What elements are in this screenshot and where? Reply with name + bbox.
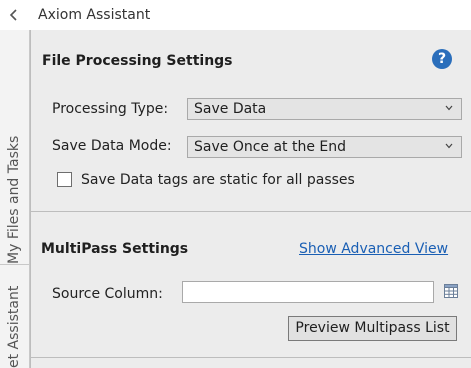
table-grid-icon[interactable] xyxy=(444,284,458,298)
show-advanced-view-link[interactable]: Show Advanced View xyxy=(299,239,448,259)
settings-panel: File Processing Settings ? Processing Ty… xyxy=(30,30,471,368)
tab-label: et Assistant xyxy=(6,285,22,368)
title-bar: Axiom Assistant xyxy=(0,0,471,30)
source-column-input[interactable] xyxy=(182,281,434,303)
sidebar: My Files and Tasks et Assistant xyxy=(0,30,30,368)
source-column-label: Source Column: xyxy=(52,286,163,302)
multipass-title: MultiPass Settings xyxy=(41,241,189,257)
file-processing-section: File Processing Settings ? Processing Ty… xyxy=(31,30,462,210)
preview-multipass-button[interactable]: Preview Multipass List xyxy=(288,316,457,341)
static-tags-label[interactable]: Save Data tags are static for all passes xyxy=(81,170,355,190)
section-divider xyxy=(31,211,471,212)
select-value: Save Once at the End xyxy=(194,139,347,155)
section-title: File Processing Settings xyxy=(42,53,233,69)
help-icon[interactable]: ? xyxy=(432,49,452,69)
tab-my-files-and-tasks[interactable]: My Files and Tasks xyxy=(0,82,29,264)
tab-assistant[interactable]: et Assistant xyxy=(0,265,29,368)
chevron-down-icon xyxy=(445,105,453,111)
chevron-left-icon[interactable] xyxy=(9,9,19,21)
processing-type-label: Processing Type: xyxy=(52,101,169,117)
save-data-mode-label: Save Data Mode: xyxy=(52,138,172,154)
chevron-down-icon xyxy=(445,143,453,149)
save-data-mode-select[interactable]: Save Once at the End xyxy=(187,136,462,158)
processing-type-select[interactable]: Save Data xyxy=(187,98,462,120)
tab-label: My Files and Tasks xyxy=(6,135,22,264)
app-title: Axiom Assistant xyxy=(38,7,151,23)
static-tags-checkbox[interactable] xyxy=(57,172,72,187)
bottom-divider xyxy=(31,357,471,358)
select-value: Save Data xyxy=(194,101,267,117)
